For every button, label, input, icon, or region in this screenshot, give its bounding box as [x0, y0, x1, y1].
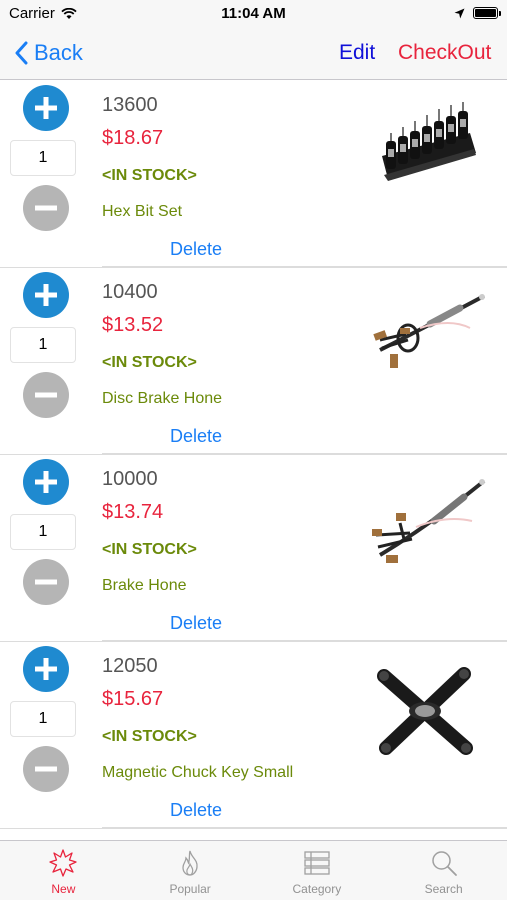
- quantity-field[interactable]: [10, 514, 76, 550]
- cart-item: 13600 $18.67 <IN STOCK> Hex Bit Set Dele…: [0, 81, 507, 268]
- item-name: Magnetic Chuck Key Small: [102, 764, 294, 781]
- item-price: $13.74: [102, 501, 164, 523]
- item-name: Hex Bit Set: [102, 203, 183, 220]
- quantity-stepper: [10, 459, 78, 605]
- tab-label: Category: [292, 882, 342, 896]
- quantity-field[interactable]: [10, 327, 76, 363]
- starburst-icon: [49, 849, 78, 877]
- quantity-field[interactable]: [10, 701, 76, 737]
- back-button[interactable]: Back: [14, 40, 83, 66]
- quantity-stepper: [10, 85, 78, 231]
- increase-quantity-button[interactable]: [23, 85, 69, 131]
- item-sku: 10400: [102, 281, 158, 303]
- tab-category[interactable]: Category: [254, 841, 381, 900]
- back-label: Back: [34, 40, 83, 65]
- tab-search[interactable]: Search: [380, 841, 507, 900]
- battery-icon: [473, 7, 501, 19]
- quantity-field[interactable]: [10, 140, 76, 176]
- flame-icon: [182, 850, 198, 876]
- increase-quantity-button[interactable]: [23, 646, 69, 692]
- item-sku: 13600: [102, 94, 158, 116]
- status-bar: Carrier 11:04 AM: [0, 0, 507, 28]
- quantity-stepper: [10, 646, 78, 792]
- plus-icon: [35, 658, 57, 680]
- navigation-bar: Back Edit CheckOut: [0, 28, 507, 80]
- delete-button[interactable]: Delete: [170, 239, 222, 260]
- stock-status: <IN STOCK>: [102, 167, 197, 184]
- decrease-quantity-button[interactable]: [23, 185, 69, 231]
- list-icon: [304, 851, 330, 875]
- item-price: $15.67: [102, 688, 164, 710]
- decrease-quantity-button[interactable]: [23, 746, 69, 792]
- search-icon: [431, 851, 457, 876]
- delete-button[interactable]: Delete: [170, 426, 222, 447]
- stock-status: <IN STOCK>: [102, 541, 197, 558]
- cart-item: 12050 $15.67 <IN STOCK> Magnetic Chuck K…: [0, 642, 507, 829]
- delete-button[interactable]: Delete: [170, 800, 222, 821]
- stock-status: <IN STOCK>: [102, 354, 197, 371]
- disc-brake-hone-image: [373, 294, 485, 368]
- location-arrow-icon: [454, 8, 465, 18]
- chuck-key-image: [377, 667, 473, 755]
- tab-label: New: [51, 882, 76, 896]
- cart-list: 13600 $18.67 <IN STOCK> Hex Bit Set Dele…: [0, 81, 507, 829]
- delete-button[interactable]: Delete: [170, 613, 222, 634]
- chevron-left-icon: [15, 41, 28, 65]
- tab-label: Search: [424, 882, 463, 896]
- brake-hone-image: [372, 479, 486, 563]
- minus-icon: [35, 392, 57, 398]
- status-time: 11:04 AM: [221, 5, 286, 22]
- item-price: $18.67: [102, 127, 164, 149]
- row-separator: [102, 827, 507, 828]
- row-separator: [102, 453, 507, 454]
- plus-icon: [35, 97, 57, 119]
- plus-icon: [35, 471, 57, 493]
- status-right: [454, 7, 501, 19]
- decrease-quantity-button[interactable]: [23, 559, 69, 605]
- quantity-stepper: [10, 272, 78, 418]
- tab-label: Popular: [169, 882, 211, 896]
- edit-button[interactable]: Edit: [339, 41, 375, 65]
- minus-icon: [35, 766, 57, 772]
- plus-icon: [35, 284, 57, 306]
- item-name: Brake Hone: [102, 577, 187, 594]
- cart-item: 10000 $13.74 <IN STOCK> Brake Hone Delet…: [0, 455, 507, 642]
- row-separator: [102, 266, 507, 267]
- hex-bit-set-image: [382, 102, 476, 181]
- checkout-button[interactable]: CheckOut: [398, 41, 491, 65]
- decrease-quantity-button[interactable]: [23, 372, 69, 418]
- row-separator: [102, 640, 507, 641]
- tab-bar: New Popular Category Search: [0, 840, 507, 900]
- minus-icon: [35, 205, 57, 211]
- item-price: $13.52: [102, 314, 164, 336]
- item-sku: 12050: [102, 655, 158, 677]
- increase-quantity-button[interactable]: [23, 272, 69, 318]
- item-name: Disc Brake Hone: [102, 390, 223, 407]
- tab-popular[interactable]: Popular: [127, 841, 254, 900]
- minus-icon: [35, 579, 57, 585]
- cart-item: 10400 $13.52 <IN STOCK> Disc Brake Hone …: [0, 268, 507, 455]
- item-sku: 10000: [102, 468, 158, 490]
- stock-status: <IN STOCK>: [102, 728, 197, 745]
- tab-new[interactable]: New: [0, 841, 127, 900]
- increase-quantity-button[interactable]: [23, 459, 69, 505]
